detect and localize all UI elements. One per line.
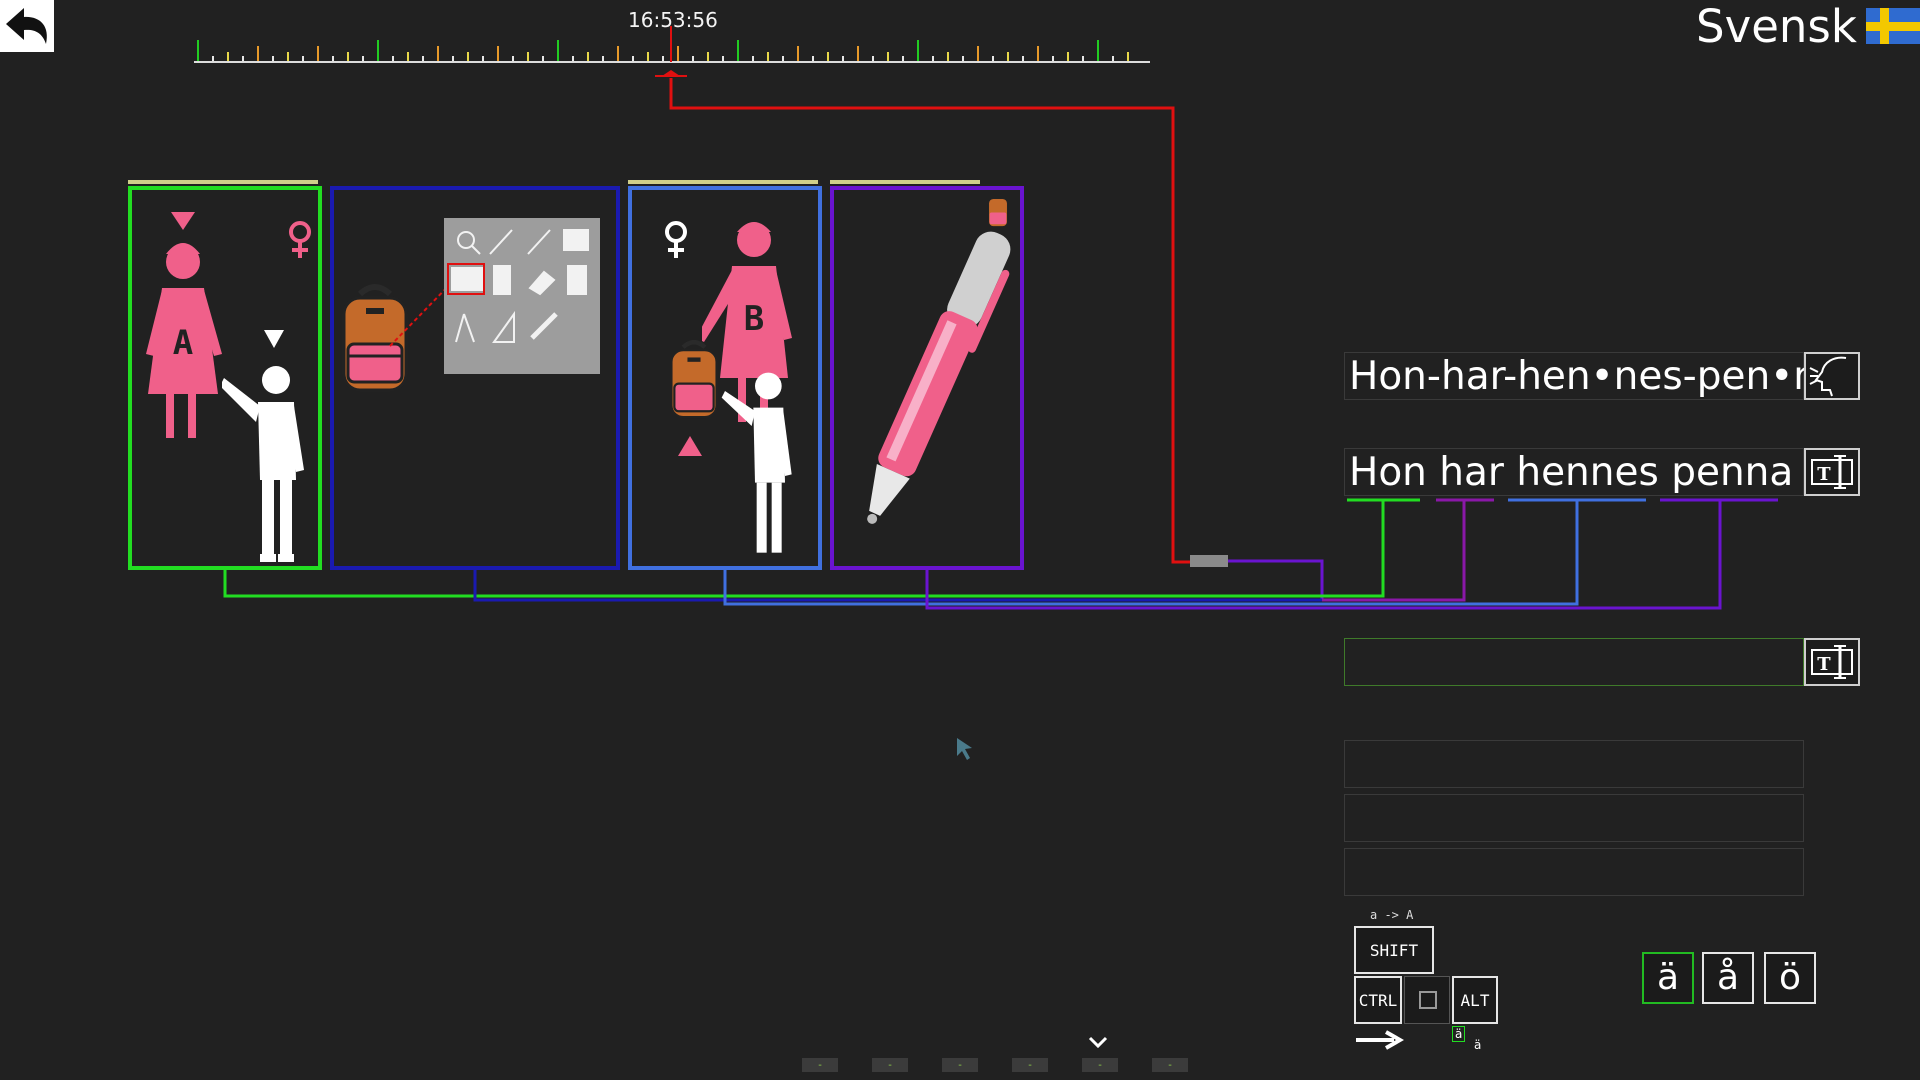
woman-a-icon: A <box>146 212 222 438</box>
page-indicator-6[interactable]: - <box>1152 1058 1188 1072</box>
timeline-ticks <box>197 40 1129 62</box>
man-pointing-icon <box>222 330 304 562</box>
page-indicator-1[interactable]: - <box>802 1058 838 1072</box>
text-icon: T <box>1811 455 1853 489</box>
svg-text:B: B <box>744 299 764 339</box>
svg-text:T: T <box>1817 654 1831 675</box>
speak-button[interactable] <box>1804 352 1860 400</box>
extra-row-2[interactable] <box>1344 794 1804 842</box>
answer-input[interactable] <box>1344 638 1804 686</box>
panel-woman-b[interactable]: B <box>628 186 822 570</box>
alt-key[interactable]: ALT <box>1452 976 1498 1024</box>
shift-key[interactable]: SHIFT <box>1354 926 1434 974</box>
female-symbol-b-icon <box>665 221 687 258</box>
pen-icon <box>867 231 1011 524</box>
page-indicator-5[interactable]: - <box>1082 1058 1118 1072</box>
right-arrow-icon <box>1356 1030 1404 1050</box>
female-symbol-icon <box>289 221 311 258</box>
syllable-text: Hon-har-hen•nes-pen•na <box>1349 354 1842 399</box>
sentence-row[interactable]: Hon har hennes penna <box>1344 448 1804 496</box>
page-indicator-2[interactable]: - <box>872 1058 908 1072</box>
backpack-small-icon <box>670 340 718 419</box>
accent-hint: ä ä <box>1452 1026 1492 1054</box>
page-indicator-4[interactable]: - <box>1012 1058 1048 1072</box>
backpack-mini-icon <box>987 197 1009 228</box>
ctrl-key[interactable]: CTRL <box>1354 976 1402 1024</box>
sentence-text: Hon har hennes penna <box>1349 450 1794 495</box>
char-a-ring-button[interactable]: å <box>1702 952 1754 1004</box>
chevron-down-icon[interactable] <box>1088 1036 1108 1050</box>
extra-row-1[interactable] <box>1344 740 1804 788</box>
school-supplies-icon <box>444 218 600 374</box>
panel-pen[interactable] <box>830 186 1024 570</box>
text-icon: T <box>1811 645 1853 679</box>
panel-backpack[interactable] <box>330 186 620 570</box>
panel-woman-a[interactable]: A <box>128 186 322 570</box>
page-indicator-3[interactable]: - <box>942 1058 978 1072</box>
case-hint: a -> A <box>1370 908 1414 922</box>
syllable-row[interactable]: Hon-har-hen•nes-pen•na <box>1344 352 1842 400</box>
man-pointing-b-icon <box>721 372 792 553</box>
text-mode-button[interactable]: T <box>1804 448 1860 496</box>
speak-icon <box>1809 356 1847 397</box>
extra-row-3[interactable] <box>1344 848 1804 896</box>
svg-text:T: T <box>1817 464 1831 485</box>
input-text-mode-button[interactable]: T <box>1804 638 1860 686</box>
char-o-umlaut-button[interactable]: ö <box>1764 952 1816 1004</box>
modifier-toggle[interactable] <box>1404 976 1450 1024</box>
char-a-umlaut-button[interactable]: ä <box>1642 952 1694 1004</box>
connector-handle <box>1190 555 1228 567</box>
svg-text:A: A <box>173 323 193 363</box>
